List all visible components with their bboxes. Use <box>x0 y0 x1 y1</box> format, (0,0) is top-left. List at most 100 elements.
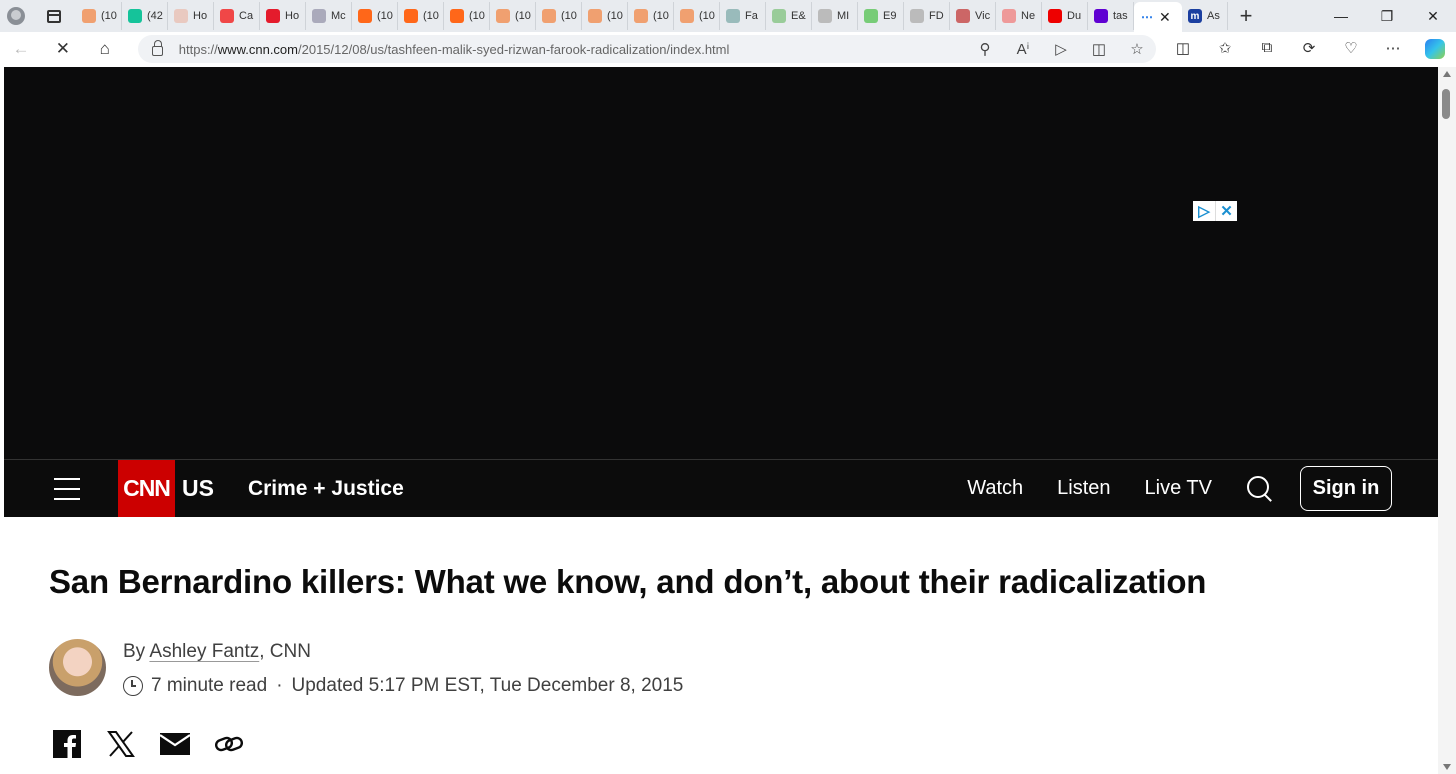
scroll-up-arrow-icon[interactable] <box>1443 71 1451 77</box>
browser-tab[interactable]: Ho <box>260 2 306 30</box>
browser-tab[interactable]: Du <box>1042 2 1088 30</box>
browser-tab[interactable]: (10 <box>536 2 582 30</box>
browser-tab[interactable]: (10 <box>674 2 720 30</box>
restore-icon[interactable]: ❐ <box>1364 0 1410 32</box>
tab-label: FD <box>929 10 944 22</box>
browser-tab[interactable]: Ca <box>214 2 260 30</box>
read-aloud-icon[interactable]: Aⁱ <box>1004 40 1042 58</box>
nav-watch[interactable]: Watch <box>967 477 1023 500</box>
browser-tab[interactable]: Vic <box>950 2 996 30</box>
tab-label: Mc <box>331 10 346 22</box>
profile-icon[interactable] <box>0 0 32 32</box>
subsection-link[interactable]: Crime + Justice <box>248 477 404 501</box>
browser-tab-active[interactable]: ⋯ ✕ <box>1134 2 1182 32</box>
favorites-icon[interactable]: ✩ <box>1204 39 1246 59</box>
close-window-icon[interactable]: ✕ <box>1410 0 1456 32</box>
ad-banner[interactable]: ▷ ✕ <box>4 67 1438 459</box>
browser-tab[interactable]: (10 <box>628 2 674 30</box>
share-bar <box>52 729 244 759</box>
substack-icon <box>542 9 556 23</box>
graph-icon <box>726 9 740 23</box>
browser-tab[interactable]: (10 <box>444 2 490 30</box>
scroll-down-arrow-icon[interactable] <box>1443 764 1451 770</box>
browser-tab[interactable]: (10 <box>490 2 536 30</box>
copy-link-icon[interactable] <box>214 729 244 759</box>
browser-tab[interactable]: Fa <box>720 2 766 30</box>
pocket-icon <box>266 9 280 23</box>
app-available-icon[interactable]: ▷ <box>1042 40 1080 58</box>
page-scrollbar[interactable] <box>1438 67 1456 774</box>
youtube-icon <box>1048 9 1062 23</box>
ad-choices: ▷ ✕ <box>1193 201 1237 221</box>
browser-tab[interactable]: FD <box>904 2 950 30</box>
cnn-logo[interactable]: CNN <box>118 460 175 517</box>
performance-icon[interactable]: ♡ <box>1330 39 1372 59</box>
hamburger-menu-icon[interactable] <box>54 477 80 500</box>
browser-tab-strip: (10 (42 Ho Ca Ho Mc (10 (10 (10 (10 (10 (10 (10 (10 Fa… <box>0 0 1456 32</box>
copilot-icon[interactable] <box>1414 39 1456 59</box>
x-twitter-icon[interactable] <box>106 729 136 759</box>
byline: By Ashley Fantz, CNN 7 minute read · Upd… <box>49 639 683 697</box>
tab-actions-icon[interactable] <box>32 0 76 32</box>
browser-tab[interactable]: m As <box>1182 2 1228 30</box>
tab-label: (10 <box>653 10 669 22</box>
author-avatar[interactable] <box>49 639 106 696</box>
section-link-us[interactable]: US <box>182 475 214 502</box>
stop-loading-icon[interactable]: ✕ <box>42 32 84 66</box>
substack-icon <box>82 9 96 23</box>
collections-icon[interactable]: ⧉ <box>1246 39 1288 59</box>
page-icon <box>910 9 924 23</box>
browser-tab[interactable]: Ho <box>168 2 214 30</box>
browser-tab[interactable]: MI <box>812 2 858 30</box>
substack-icon <box>588 9 602 23</box>
browser-tab[interactable]: tas <box>1088 2 1134 30</box>
browser-tab[interactable]: (10 <box>398 2 444 30</box>
split-screen-icon[interactable]: ◫ <box>1162 39 1204 59</box>
browser-tab[interactable]: (10 <box>352 2 398 30</box>
power-icon <box>772 9 786 23</box>
clock-icon <box>123 676 143 696</box>
tab-label: (10 <box>561 10 577 22</box>
tab-label: Ho <box>193 10 208 22</box>
history-icon[interactable]: ⟳ <box>1288 39 1330 59</box>
url-text[interactable]: https://www.cnn.com/2015/12/08/us/tashfe… <box>179 42 730 57</box>
window-controls: — ❐ ✕ <box>1318 0 1456 32</box>
nav-live-tv[interactable]: Live TV <box>1145 477 1212 500</box>
facebook-icon[interactable] <box>52 729 82 759</box>
browser-tab[interactable]: E& <box>766 2 812 30</box>
substack-icon <box>358 9 372 23</box>
ad-close-icon[interactable]: ✕ <box>1215 201 1237 221</box>
browser-tab[interactable]: (10 <box>582 2 628 30</box>
more-menu-icon[interactable]: ⋯ <box>1372 39 1414 59</box>
browser-tab[interactable]: Ne <box>996 2 1042 30</box>
new-tab-button[interactable]: + <box>1228 0 1264 32</box>
author-link[interactable]: Ashley Fantz <box>149 641 259 662</box>
tab-label: Ne <box>1021 10 1036 22</box>
page-icon <box>818 9 832 23</box>
email-icon[interactable] <box>160 729 190 759</box>
search-icon[interactable] <box>1246 475 1274 503</box>
nav-listen[interactable]: Listen <box>1057 477 1110 500</box>
home-icon[interactable]: ⌂ <box>84 32 126 66</box>
close-tab-icon[interactable]: ✕ <box>1159 9 1171 26</box>
tab-label: (10 <box>699 10 715 22</box>
tab-label: E9 <box>883 10 897 22</box>
tab-label: Ho <box>285 10 300 22</box>
scroll-thumb[interactable] <box>1442 89 1450 119</box>
favorite-star-icon[interactable]: ☆ <box>1118 40 1156 58</box>
sign-in-button[interactable]: Sign in <box>1300 466 1392 511</box>
zoom-icon[interactable]: ⚲ <box>966 40 1004 58</box>
browser-tab[interactable]: (10 <box>76 2 122 30</box>
separator-dot: · <box>276 675 283 696</box>
tab-label: Du <box>1067 10 1082 22</box>
browser-tab[interactable]: Mc <box>306 2 352 30</box>
minimize-icon[interactable]: — <box>1318 0 1364 32</box>
browser-tab[interactable]: E9 <box>858 2 904 30</box>
adchoices-icon[interactable]: ▷ <box>1193 201 1215 221</box>
browser-tab[interactable]: (42 <box>122 2 168 30</box>
immersive-reader-icon[interactable]: ◫ <box>1080 40 1118 58</box>
address-bar[interactable]: https://www.cnn.com/2015/12/08/us/tashfe… <box>137 35 1156 63</box>
back-icon[interactable]: ← <box>0 32 42 66</box>
lock-icon[interactable] <box>151 40 163 56</box>
tab-label: (42 <box>147 10 163 22</box>
